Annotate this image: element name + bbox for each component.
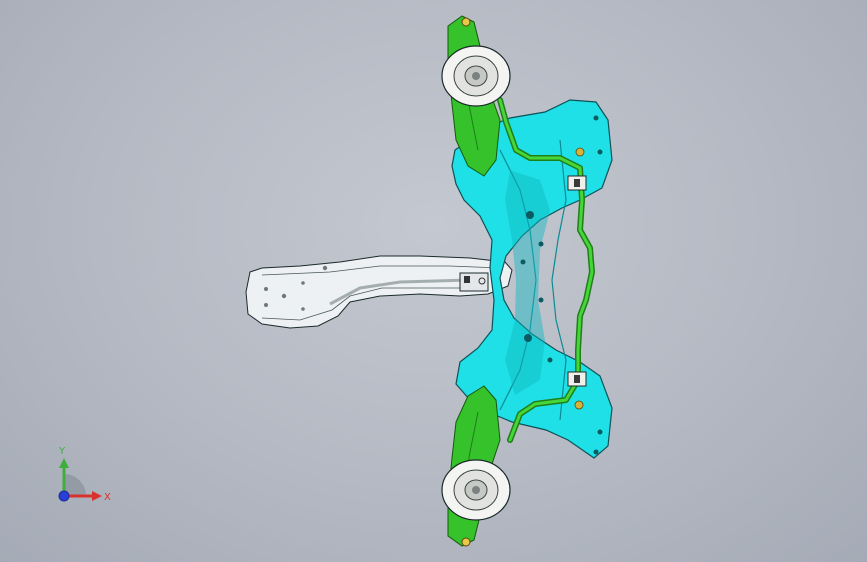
upper-bushing — [441, 45, 511, 107]
triad-z-axis — [58, 490, 70, 502]
coordinate-triad: Y X — [58, 446, 111, 503]
longitudinal-arm[interactable] — [245, 255, 513, 329]
lower-bushing — [441, 459, 511, 521]
cad-viewport[interactable]: Y X — [0, 0, 867, 562]
triad-y-label: Y — [58, 446, 66, 457]
triad-x-label: X — [104, 492, 111, 503]
